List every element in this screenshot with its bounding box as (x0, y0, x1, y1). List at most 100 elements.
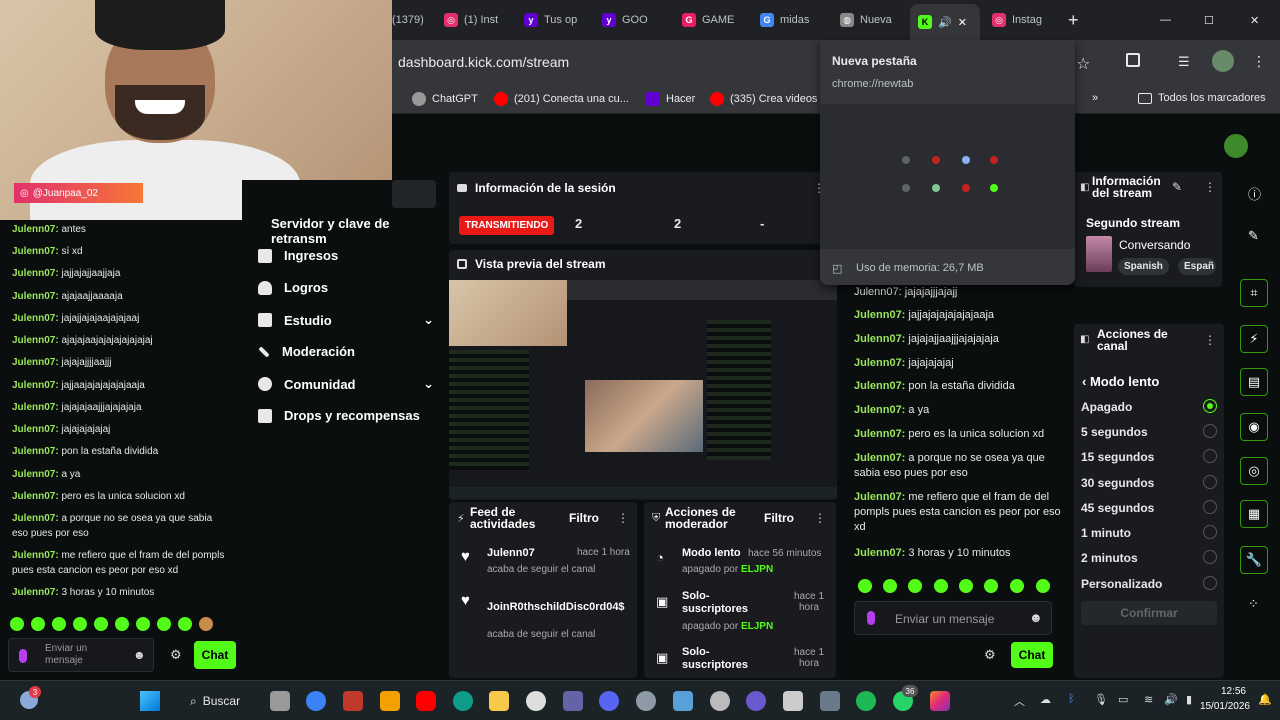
spotify-icon[interactable] (856, 691, 876, 711)
bookmarks-overflow-icon[interactable]: » (1092, 92, 1098, 104)
discord-icon[interactable] (599, 691, 619, 711)
layout-icon[interactable]: ▦ (1240, 500, 1268, 528)
settings-icon[interactable]: ⚙ (170, 647, 182, 663)
taskbar-search[interactable]: ⌕ Buscar (176, 687, 248, 715)
close-icon[interactable]: ✕ (958, 16, 967, 29)
wrench-icon[interactable]: 🔧 (1240, 546, 1268, 574)
slow-mode-option[interactable]: 5 segundos (1081, 425, 1148, 439)
bookmark-chatgpt[interactable]: ChatGPT (412, 92, 478, 106)
radio[interactable] (1203, 576, 1217, 590)
panel-menu-icon[interactable]: ⋮ (617, 511, 629, 525)
settings-icon[interactable]: ⚙ (984, 647, 996, 663)
chatgpt-icon[interactable] (526, 691, 546, 711)
bluetooth-icon[interactable]: ᛒ (1068, 693, 1075, 705)
bookmark-hacer[interactable]: Hacer (646, 92, 695, 106)
chat-input[interactable]: Enviar un mensaje ☻ (8, 638, 154, 672)
microphone-icon[interactable] (19, 649, 27, 663)
notepad-icon[interactable] (783, 691, 803, 711)
tray-app-icon[interactable]: ☁ (1040, 693, 1051, 706)
emote-icon[interactable] (31, 617, 45, 631)
back-button[interactable]: ‹ Modo lento (1082, 374, 1159, 389)
radio[interactable] (1203, 424, 1217, 438)
filter-button[interactable]: Filtro (569, 511, 599, 525)
notifications-icon[interactable]: 🔔 (1258, 693, 1272, 706)
app-icon[interactable] (710, 691, 730, 711)
emote-icon[interactable] (959, 579, 973, 593)
mcafee-icon[interactable] (343, 691, 363, 711)
browser-menu-icon[interactable]: ⋮ (1252, 53, 1266, 70)
emote-icon[interactable] (136, 617, 150, 631)
clock-time[interactable]: 12:56 (1210, 686, 1246, 697)
emote-icon[interactable] (199, 617, 213, 631)
slow-mode-option[interactable]: 30 segundos (1081, 476, 1154, 490)
sidebar-item-ingresos[interactable]: Ingresos (258, 248, 338, 263)
flash-icon[interactable]: ⚡ (1240, 325, 1268, 353)
emote-icon[interactable] (10, 617, 24, 631)
sidebar-item-estudio[interactable]: Estudio ⌄ (258, 312, 434, 328)
filter-button[interactable]: Filtro (764, 511, 794, 525)
emote-icon[interactable] (858, 579, 872, 593)
emote-icon[interactable] (94, 617, 108, 631)
microphone-icon[interactable] (867, 611, 875, 625)
emote-icon[interactable] (157, 617, 171, 631)
minimize-button[interactable]: — (1160, 8, 1174, 32)
obs-icon[interactable] (746, 691, 766, 711)
tab-yahoo[interactable]: y Tus op (524, 8, 582, 32)
panel-menu-icon[interactable]: ⋮ (1204, 333, 1216, 347)
task-view-icon[interactable] (270, 691, 290, 711)
chat-input[interactable]: Enviar un mensaje ☻ (854, 601, 1052, 635)
tab-kick-active[interactable]: K 🔊 ✕ (910, 4, 980, 40)
new-tab-button[interactable]: + (1068, 8, 1088, 32)
user-avatar[interactable] (1224, 134, 1248, 158)
maximize-button[interactable]: ☐ (1204, 8, 1218, 32)
sidebar-item-stream-key[interactable]: Servidor y clave de retransm (271, 216, 448, 246)
file-explorer-icon[interactable] (489, 691, 509, 711)
bookmark-youtube-2[interactable]: (335) Crea videos (710, 92, 817, 106)
radio[interactable] (1203, 525, 1217, 539)
chat-send-button[interactable]: Chat (1011, 642, 1053, 668)
calculator-icon[interactable] (820, 691, 840, 711)
broadcast-icon[interactable]: ◎ (1240, 457, 1268, 485)
chevron-up-icon[interactable]: ︿ (1014, 693, 1025, 709)
panel-menu-icon[interactable]: ⋮ (814, 511, 826, 525)
profile-avatar[interactable] (1212, 50, 1234, 72)
teams-icon[interactable] (563, 691, 583, 711)
slow-mode-option[interactable]: 45 segundos (1081, 501, 1154, 515)
edit-icon[interactable]: ✎ (1172, 180, 1182, 194)
chat-send-button[interactable]: Chat (194, 641, 236, 669)
tab-google[interactable]: Gmidas (760, 8, 816, 32)
tab-nueva[interactable]: ◍ Nueva (840, 8, 896, 32)
battery-icon[interactable]: ▮ (1186, 693, 1192, 706)
emote-icon[interactable] (52, 617, 66, 631)
stream-preview-video[interactable] (449, 280, 837, 498)
address-bar[interactable]: dashboard.kick.com/stream (398, 54, 569, 70)
slow-mode-option[interactable]: 1 minuto (1081, 526, 1131, 540)
slow-mode-option[interactable]: 2 minutos (1081, 551, 1138, 565)
bookmark-star-icon[interactable]: ☆ (1076, 54, 1090, 74)
sidebar-item-drops[interactable]: Drops y recompensas (258, 408, 420, 423)
edge-icon[interactable] (453, 691, 473, 711)
emoji-icon[interactable]: ☻ (1029, 610, 1043, 625)
slow-mode-option[interactable]: 15 segundos (1081, 450, 1154, 464)
app-icon[interactable] (306, 691, 326, 711)
youtube-icon[interactable] (416, 691, 436, 711)
bookmark-all[interactable]: Todos los marcadores (1138, 92, 1266, 104)
tab-game[interactable]: G GAME (682, 8, 738, 32)
tab-instagram-2[interactable]: ◎ Instag (992, 8, 1054, 32)
close-window-button[interactable]: ✕ (1250, 8, 1264, 32)
info-icon[interactable]: ⓘ (1248, 184, 1261, 203)
tab-instagram[interactable]: ◎ (1) Inst (444, 8, 504, 32)
panel-menu-icon[interactable]: ⋮ (1204, 180, 1216, 194)
slow-mode-option[interactable]: Personalizado (1081, 577, 1162, 591)
radio-selected[interactable] (1203, 399, 1217, 413)
settings-icon[interactable] (636, 691, 656, 711)
tab-yahoo-2[interactable]: y GOO (602, 8, 654, 32)
radio[interactable] (1203, 449, 1217, 463)
display-icon[interactable]: ▭ (1118, 693, 1128, 706)
microphone-tray-icon[interactable]: 🎙 (1094, 693, 1108, 706)
clock-date[interactable]: 15/01/2026 (1196, 701, 1250, 712)
store-icon[interactable] (380, 691, 400, 711)
radio[interactable] (1203, 475, 1217, 489)
emote-icon[interactable] (883, 579, 897, 593)
emote-icon[interactable] (934, 579, 948, 593)
